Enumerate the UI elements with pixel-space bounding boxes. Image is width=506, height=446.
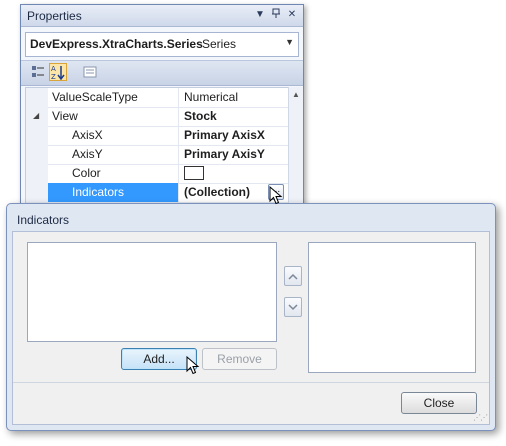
property-name: AxisY bbox=[72, 147, 103, 161]
properties-title: Properties bbox=[27, 9, 82, 23]
property-row-view[interactable]: ◢ View Stock bbox=[26, 107, 288, 127]
svg-text:A: A bbox=[51, 65, 56, 73]
object-name: DevExpress.XtraCharts.Series bbox=[30, 37, 203, 51]
move-down-button[interactable] bbox=[284, 297, 302, 317]
indicators-dialog: Indicators Add... Remove Close ⋰⋰ bbox=[6, 203, 496, 431]
vertical-scrollbar[interactable]: ▲ bbox=[288, 87, 303, 203]
object-type: Series bbox=[202, 37, 237, 51]
alphabetical-sort-icon[interactable]: A Z bbox=[49, 63, 67, 81]
dropdown-menu-icon[interactable]: ▼ bbox=[253, 8, 267, 22]
chevron-up-icon bbox=[288, 273, 298, 280]
property-value[interactable]: Numerical bbox=[178, 88, 288, 107]
property-pages-icon[interactable] bbox=[81, 63, 99, 81]
property-value[interactable]: Stock bbox=[178, 107, 288, 126]
property-name: View bbox=[52, 109, 78, 123]
color-swatch[interactable] bbox=[184, 165, 204, 180]
mouse-cursor-icon bbox=[186, 356, 200, 375]
property-name: Color bbox=[72, 166, 101, 180]
resize-grip-icon[interactable]: ⋰⋰ bbox=[473, 413, 488, 422]
collapse-triangle-icon[interactable]: ◢ bbox=[33, 111, 39, 120]
property-row-valuescaletype[interactable]: ValueScaleType Numerical bbox=[26, 88, 288, 108]
indicator-properties-panel[interactable] bbox=[308, 242, 476, 373]
property-row-indicators[interactable]: Indicators (Collection) ... bbox=[26, 183, 288, 203]
divider bbox=[13, 382, 489, 383]
close-button[interactable]: Close bbox=[401, 392, 477, 414]
indicators-list[interactable] bbox=[27, 242, 277, 342]
close-icon[interactable]: ✕ bbox=[285, 8, 299, 22]
property-value[interactable]: Primary AxisY bbox=[178, 145, 288, 164]
dialog-title: Indicators bbox=[17, 213, 70, 227]
property-value[interactable] bbox=[178, 164, 288, 183]
mouse-cursor-icon bbox=[269, 186, 283, 205]
chevron-down-icon[interactable]: ▼ bbox=[285, 37, 294, 47]
properties-titlebar[interactable]: Properties ▼ ✕ bbox=[21, 5, 303, 27]
chevron-down-icon bbox=[288, 303, 298, 310]
properties-window: Properties ▼ ✕ DevExpress.XtraCharts.Ser… bbox=[20, 4, 304, 212]
svg-text:Z: Z bbox=[51, 73, 56, 80]
remove-button[interactable]: Remove bbox=[202, 348, 277, 370]
pin-icon[interactable] bbox=[269, 8, 283, 22]
categorized-icon[interactable] bbox=[29, 63, 47, 81]
scroll-up-icon[interactable]: ▲ bbox=[292, 90, 300, 99]
property-row-axisy[interactable]: AxisY Primary AxisY bbox=[26, 145, 288, 165]
move-up-button[interactable] bbox=[284, 266, 302, 286]
property-row-color[interactable]: Color bbox=[26, 164, 288, 184]
property-name: Indicators bbox=[48, 183, 178, 202]
property-row-axisx[interactable]: AxisX Primary AxisX bbox=[26, 126, 288, 146]
object-selector[interactable]: DevExpress.XtraCharts.Series Series ▼ bbox=[25, 32, 299, 57]
property-name: ValueScaleType bbox=[52, 90, 138, 104]
property-name: AxisX bbox=[72, 128, 103, 142]
dialog-client-area: Add... Remove Close ⋰⋰ bbox=[12, 231, 490, 425]
properties-toolbar: A Z bbox=[21, 60, 303, 86]
property-value[interactable]: Primary AxisX bbox=[178, 126, 288, 145]
property-grid: ValueScaleType Numerical ◢ View Stock Ax… bbox=[25, 87, 289, 205]
